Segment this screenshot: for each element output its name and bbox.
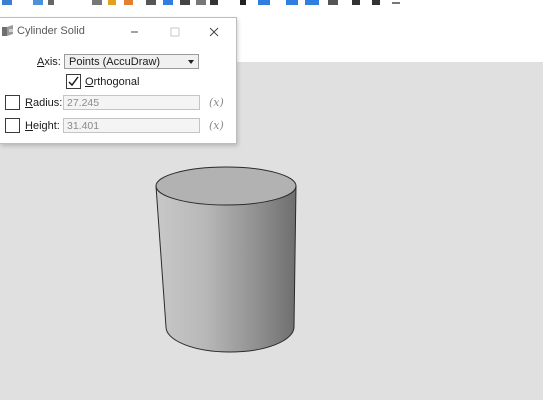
close-button[interactable] (198, 20, 232, 44)
minimize-icon (131, 31, 138, 33)
maximize-button[interactable] (155, 20, 189, 44)
toolbar-icons-row[interactable] (0, 0, 543, 10)
toolbar-icon (180, 0, 190, 5)
toolbar-icon (33, 0, 43, 5)
cylinder-top (155, 166, 297, 206)
orthogonal-label: Orthogonal (85, 76, 140, 88)
height-lock-checkbox[interactable] (5, 118, 20, 133)
radius-input[interactable]: 27.245 (63, 95, 200, 110)
axis-dropdown[interactable]: Points (AccuDraw) (64, 54, 199, 69)
cylinder-side (155, 185, 297, 353)
radius-label: Radius: (25, 97, 63, 109)
toolbar-icon (305, 0, 319, 5)
toolbar-icon (352, 0, 360, 5)
toolbar-icon (163, 0, 173, 5)
axis-label: Axis: (37, 56, 61, 68)
toolbar-icon (210, 0, 218, 5)
dialog-title: Cylinder Solid (17, 25, 85, 37)
minimize-button[interactable] (117, 20, 151, 44)
toolbar-icon (392, 2, 400, 4)
view-header-area (236, 10, 543, 62)
toolbar-icon (196, 0, 206, 5)
checkmark-icon (68, 76, 79, 87)
cylinder-solid-model[interactable] (150, 163, 300, 358)
dialog-titlebar[interactable]: Cylinder Solid (0, 18, 236, 45)
toolbar-icon (124, 0, 133, 5)
toolbar-icon (258, 0, 270, 5)
toolbar-icon (240, 0, 246, 5)
toolbar-icon (286, 0, 298, 5)
chevron-down-icon (188, 60, 194, 64)
axis-dropdown-value: Points (AccuDraw) (69, 56, 161, 68)
toolbar-icon (146, 0, 156, 5)
height-expression-button[interactable]: (x) (209, 119, 224, 132)
cylinder-solid-dialog: Cylinder Solid Axis: Points (AccuDraw) O… (0, 17, 237, 144)
toolbar-icon (2, 0, 12, 5)
toolbar-icon (48, 0, 54, 5)
height-label: Height: (25, 120, 60, 132)
toolbar-icon (372, 0, 380, 5)
cylinder-tool-icon (2, 25, 13, 36)
height-value: 31.401 (67, 120, 100, 132)
close-icon (209, 27, 219, 37)
radius-expression-button[interactable]: (x) (209, 96, 224, 109)
radius-value: 27.245 (67, 97, 100, 109)
maximize-icon (170, 27, 180, 37)
height-input[interactable]: 31.401 (63, 118, 200, 133)
radius-lock-checkbox[interactable] (5, 95, 20, 110)
toolbar-icon (92, 0, 102, 5)
toolbar-icon (328, 0, 338, 5)
orthogonal-checkbox[interactable] (66, 74, 81, 89)
toolbar-icon (108, 0, 116, 5)
ribbon-toolbar (0, 0, 543, 10)
